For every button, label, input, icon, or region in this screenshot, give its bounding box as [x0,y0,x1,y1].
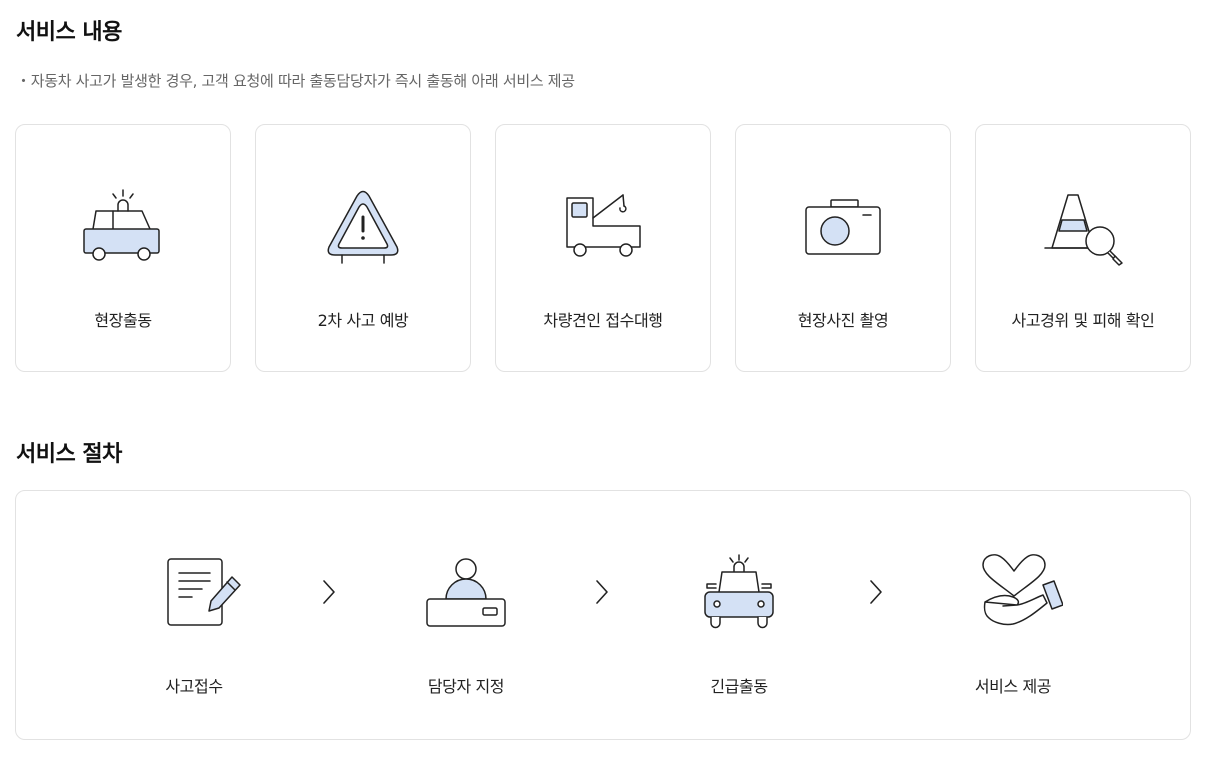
card-label: 현장사진 촬영 [797,311,889,330]
step-label: 서비스 제공 [974,677,1052,696]
card-label: 사고경위 및 피해 확인 [1011,311,1155,330]
camera-icon [805,199,881,255]
step-label: 담당자 지정 [427,677,505,696]
document-pen-icon [167,558,241,626]
emergency-car-icon [704,554,774,629]
warning-triangle-icon [327,190,399,264]
chevron-right-icon [323,580,335,604]
service-card-prevention: 2차 사고 예방 [255,124,471,372]
step-label: 사고접수 [165,677,223,696]
service-card-dispatch: 현장출동 [15,124,231,372]
heart-hand-icon [982,554,1063,626]
card-label: 2차 사고 예방 [317,311,409,330]
service-description: ・자동차 사고가 발생한 경우, 고객 요청에 따라 출동담당자가 즉시 출동해… [16,72,575,90]
agent-desk-icon [426,558,506,627]
section-title-service-procedure: 서비스 절차 [16,442,122,467]
step-label: 긴급출동 [710,677,768,696]
traffic-cone-magnifier-icon [1044,194,1123,266]
procedure-panel: 사고접수 담당자 지정 긴급출동 서비스 제공 [15,490,1191,740]
service-cards: 현장출동 2차 사고 예방 차량견인 접수대행 현장사진 촬영 사고경위 및 피… [15,124,1191,372]
procedure-step-assign: 담당자 지정 [386,551,546,701]
procedure-step-service: 서비스 제공 [933,551,1093,701]
service-card-photo: 현장사진 촬영 [735,124,951,372]
police-car-icon [83,189,160,261]
chevron-right-icon [870,580,882,604]
procedure-step-emergency: 긴급출동 [659,551,819,701]
section-title-service-content: 서비스 내용 [16,20,122,45]
card-label: 현장출동 [94,311,152,330]
chevron-right-icon [596,580,608,604]
service-card-damage-check: 사고경위 및 피해 확인 [975,124,1191,372]
tow-truck-icon [566,194,641,257]
card-label: 차량견인 접수대행 [543,311,663,330]
service-card-towing: 차량견인 접수대행 [495,124,711,372]
procedure-step-receipt: 사고접수 [114,551,274,701]
